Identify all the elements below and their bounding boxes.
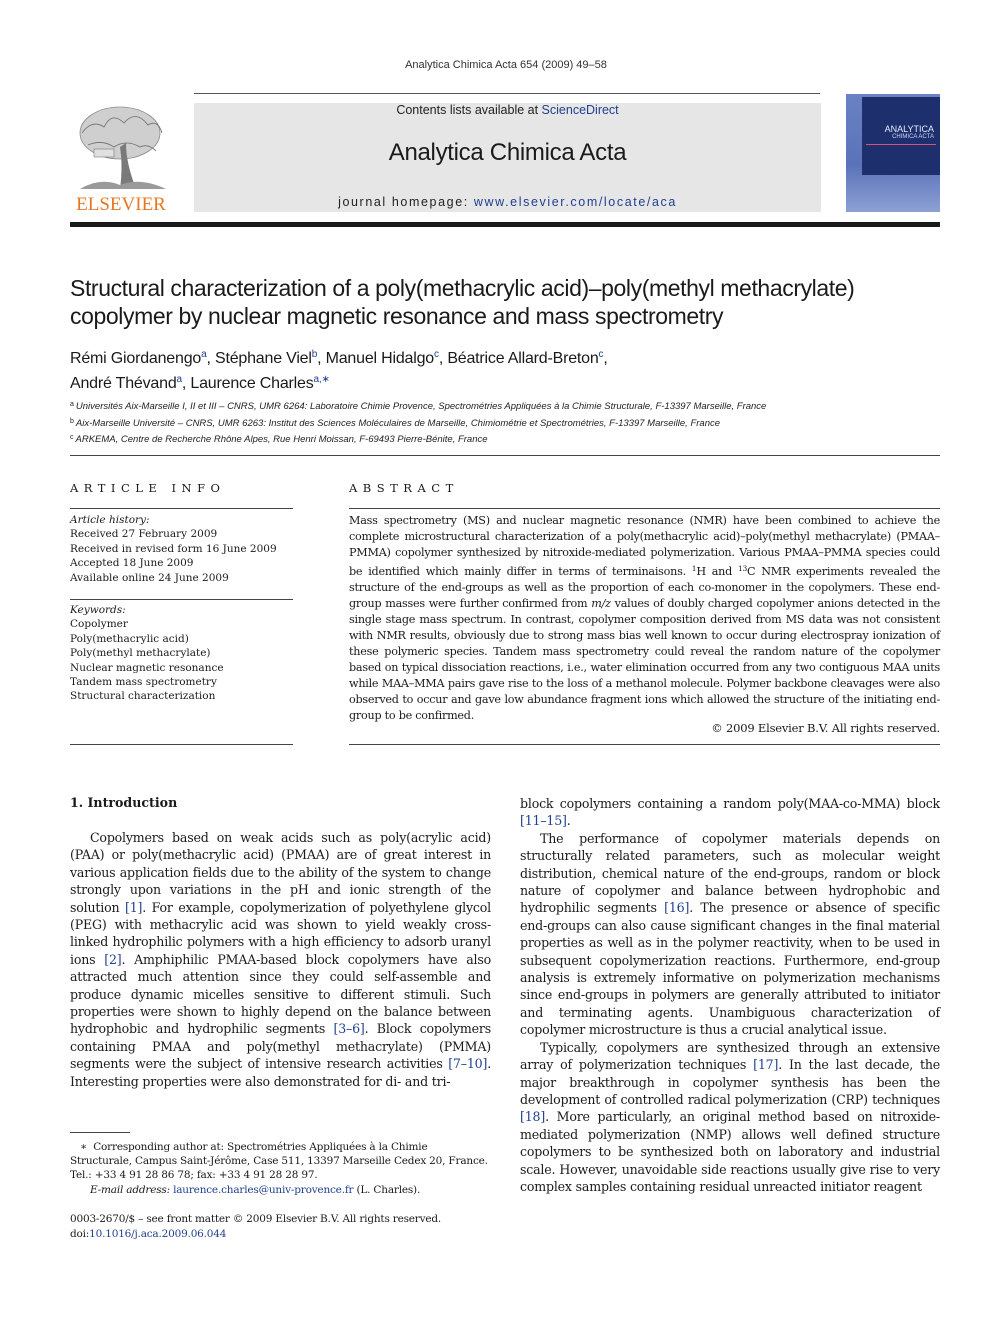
email-link[interactable]: laurence.charles@univ-provence.fr [173, 1184, 353, 1196]
citation-link[interactable]: [18] [520, 1109, 545, 1124]
text-segment: block copolymers containing a random pol… [520, 796, 940, 811]
affiliation-text: ARKEMA, Centre de Recherche Rhône Alpes,… [75, 434, 488, 445]
homepage-prefix: journal homepage: [338, 195, 474, 209]
abstract-text: Mass spectrometry (MS) and nuclear magne… [349, 513, 940, 724]
affiliation-item: a Universités Aix-Marseille I, II et III … [70, 398, 950, 415]
body-paragraph: Typically, copolymers are synthesized th… [520, 1039, 940, 1196]
history-item: Received in revised form 16 June 2009 [70, 542, 277, 555]
text-segment: . More particularly, an original method … [520, 1109, 940, 1194]
journal-homepage-link[interactable]: www.elsevier.com/locate/aca [474, 195, 677, 209]
author-separator: , [317, 350, 326, 367]
author-name[interactable]: André Thévand [70, 375, 177, 392]
affiliation-rule [70, 455, 940, 456]
author-name[interactable]: Béatrice Allard-Breton [447, 350, 598, 367]
affiliation-text: Universités Aix-Marseille I, II et III –… [75, 401, 767, 412]
header-thick-rule [70, 222, 940, 227]
citation-link[interactable]: [17] [753, 1057, 778, 1072]
abstract-heading: ABSTRACT [349, 481, 459, 495]
cover-title-line1: ANALYTICA [884, 124, 934, 134]
text-segment: . The presence or absence of specific en… [520, 900, 941, 1038]
affiliation-marker: a [70, 401, 74, 408]
citation-link[interactable]: [1] [125, 900, 142, 915]
email-label: E-mail address: [90, 1183, 174, 1196]
affiliation-marker: b [70, 417, 74, 425]
section-heading-introduction: 1. Introduction [70, 795, 178, 810]
doi-link[interactable]: 10.1016/j.aca.2009.06.044 [89, 1228, 226, 1240]
article-info-rule [70, 508, 293, 509]
citation-link[interactable]: [11–15] [520, 813, 567, 828]
elsevier-wordmark: ELSEVIER [76, 194, 166, 215]
abstract-copyright: © 2009 Elsevier B.V. All rights reserved… [711, 721, 940, 735]
keywords-label: Keywords: [70, 604, 126, 616]
journal-header-box: Contents lists available at ScienceDirec… [194, 103, 821, 212]
abstract-segment: H and [696, 565, 738, 578]
author-name[interactable]: Stéphane Viel [215, 350, 312, 367]
abstract-rule [349, 508, 940, 509]
author-list: Rémi Giordanengoa, Stéphane Vielb, Manue… [70, 344, 950, 394]
email-suffix: (L. Charles). [353, 1183, 421, 1196]
history-item: Accepted 18 June 2009 [70, 557, 194, 570]
author-separator: , [206, 350, 215, 367]
doi-prefix: doi: [70, 1228, 90, 1240]
cover-title-line2: CHIMICA ACTA [892, 134, 934, 140]
corresponding-author-footnote: ∗ Corresponding author at: Spectrométrie… [70, 1140, 491, 1197]
abstract-rule [349, 744, 940, 745]
keyword-item: Poly(methyl methacrylate) [70, 647, 211, 660]
footnote-address: Corresponding author at: Spectrométries … [70, 1141, 488, 1168]
article-title: Structural characterization of a poly(me… [70, 275, 855, 329]
affiliation-text: Aix-Marseille Université – CNRS, UMR 626… [75, 417, 721, 429]
keyword-item: Tandem mass spectrometry [70, 676, 217, 689]
history-item: Available online 24 June 2009 [70, 571, 229, 584]
footnote-marker: ∗ [80, 1141, 87, 1153]
history-item: Received 27 February 2009 [70, 528, 218, 541]
body-column-right: block copolymers containing a random pol… [520, 795, 940, 1195]
journal-title: Analytica Chimica Acta [388, 139, 627, 166]
citation-link[interactable]: [7–10] [448, 1056, 487, 1071]
affiliation-list: a Universités Aix-Marseille I, II et III … [70, 398, 950, 448]
footnote-rule [70, 1132, 130, 1133]
affiliation-item: c ARKEMA, Centre de Recherche Rhône Alpes… [70, 431, 950, 448]
journal-cover-thumbnail[interactable]: ANALYTICA CHIMICA ACTA [846, 94, 940, 212]
keyword-item: Nuclear magnetic resonance [70, 661, 224, 674]
affiliation-marker: c [70, 434, 74, 441]
journal-homepage-line: journal homepage: www.elsevier.com/locat… [194, 195, 821, 209]
issn-line: 0003-2670/$ – see front matter © 2009 El… [70, 1213, 442, 1225]
author-name[interactable]: Laurence Charles [190, 375, 313, 392]
sciencedirect-link[interactable]: ScienceDirect [542, 103, 619, 117]
body-column-left: Copolymers based on weak acids such as p… [70, 829, 491, 1090]
author-separator: , [603, 350, 608, 367]
superscript: 13 [737, 564, 748, 573]
article-history: Article history: Received 27 February 20… [70, 513, 300, 585]
citation-link[interactable]: [2] [104, 952, 121, 967]
text-segment: . [566, 813, 571, 829]
body-paragraph: The performance of copolymer materials d… [520, 830, 940, 1039]
footnote-phone: Tel.: +33 4 91 28 86 78; fax: +33 4 91 2… [70, 1169, 318, 1182]
article-history-label: Article history: [70, 514, 150, 526]
keyword-item: Structural characterization [70, 690, 216, 703]
keywords: Keywords: Copolymer Poly(methacrylic aci… [70, 603, 300, 704]
author-affiliation-marker[interactable]: a,∗ [314, 374, 330, 385]
body-paragraph: Copolymers based on weak acids such as p… [70, 829, 491, 1090]
abstract-segment: values of doubly charged copolymer anion… [349, 597, 940, 722]
keyword-item: Poly(methacrylic acid) [70, 632, 189, 645]
contents-prefix: Contents lists available at [396, 103, 542, 117]
top-rule [194, 93, 820, 94]
article-info-rule [70, 744, 293, 745]
body-paragraph: block copolymers containing a random pol… [520, 795, 940, 830]
citation-link[interactable]: [3–6] [333, 1021, 364, 1036]
keyword-item: Copolymer [70, 618, 128, 631]
journal-reference: Analytica Chimica Acta 654 (2009) 49–58 [405, 59, 607, 71]
contents-available-line: Contents lists available at ScienceDirec… [194, 103, 821, 117]
affiliation-item: b Aix-Marseille Université – CNRS, UMR 62… [70, 415, 950, 432]
author-name[interactable]: Rémi Giordanengo [70, 350, 201, 367]
front-matter: 0003-2670/$ – see front matter © 2009 El… [70, 1212, 491, 1242]
cover-accent-line [866, 144, 936, 145]
citation-link[interactable]: [16] [664, 900, 689, 915]
author-name[interactable]: Manuel Hidalgo [326, 350, 435, 367]
mz-italic: m/z [591, 597, 611, 610]
article-info-rule [70, 599, 293, 600]
article-info-heading: ARTICLE INFO [70, 481, 226, 495]
